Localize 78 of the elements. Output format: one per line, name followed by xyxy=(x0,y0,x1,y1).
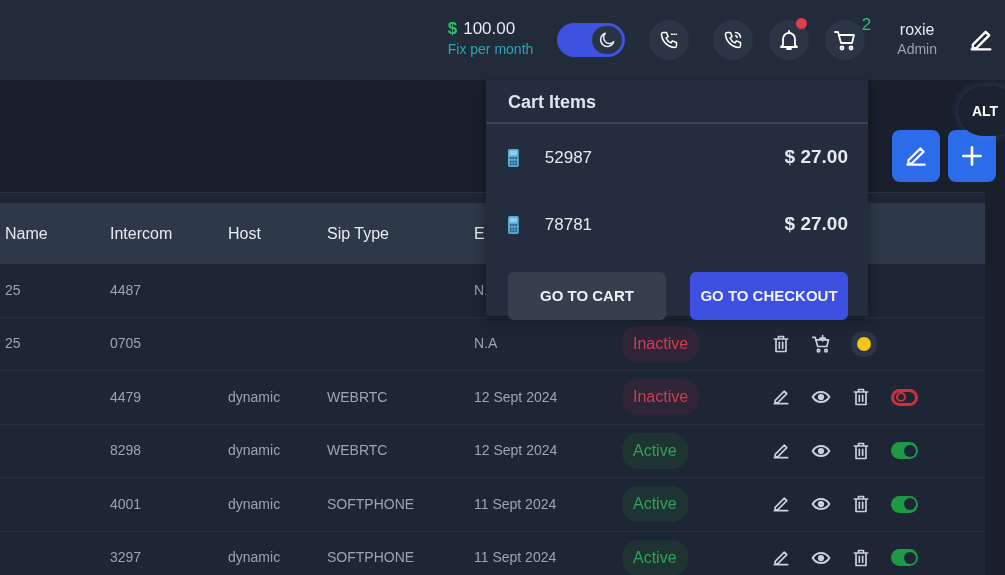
plus-icon xyxy=(959,143,985,169)
dropdown-title: Cart Items xyxy=(486,80,868,124)
table-cell: dynamic xyxy=(228,549,281,566)
cart-icon xyxy=(833,28,858,52)
column-header: Host xyxy=(228,224,261,242)
calculator-icon xyxy=(508,215,519,234)
table-cell: 12 Sept 2024 xyxy=(474,388,558,405)
table-cell: SOFTPHONE xyxy=(327,549,415,566)
delete-button[interactable] xyxy=(851,494,871,515)
table-cell: 12 Sept 2024 xyxy=(474,442,558,459)
edit-button[interactable] xyxy=(892,130,940,182)
pencil-icon xyxy=(771,387,791,408)
cart-button[interactable]: GO TO CART xyxy=(508,272,666,320)
user-role: Admin xyxy=(897,40,937,60)
trash-icon xyxy=(851,440,871,461)
table-cell: 8298 xyxy=(110,442,142,459)
status-badge: Active xyxy=(622,486,688,523)
add-to-cart-button[interactable] xyxy=(811,333,831,354)
item-price: $ 27.00 xyxy=(784,212,848,237)
status-switch[interactable] xyxy=(891,442,918,460)
key-indicator: ALT xyxy=(958,86,1005,136)
calculator-icon xyxy=(508,148,519,167)
table-cell: WEBRTC xyxy=(327,388,388,405)
balance-caption: Fix per month xyxy=(447,39,534,59)
edit-button[interactable] xyxy=(771,494,791,515)
phone-icon xyxy=(659,30,680,50)
checkout-button[interactable]: GO TO CHECKOUT xyxy=(690,272,848,320)
status-switch[interactable] xyxy=(891,549,918,567)
balance-amount: 100.00 xyxy=(463,20,516,39)
table-cell: 4487 xyxy=(110,281,142,298)
phone-icon xyxy=(723,30,744,50)
table-cell: 4479 xyxy=(110,388,142,405)
table-cell: SOFTPHONE xyxy=(327,495,415,512)
trash-icon xyxy=(851,494,871,515)
table-cell: 11 Sept 2024 xyxy=(474,549,557,566)
delete-button[interactable] xyxy=(851,440,871,461)
delete-button[interactable] xyxy=(851,387,871,408)
table-cell: 25 xyxy=(5,335,21,352)
table-cell: 25 xyxy=(5,281,21,298)
delete-button[interactable] xyxy=(851,547,871,568)
trash-icon xyxy=(851,547,871,568)
table-cell: 3297 xyxy=(110,549,142,566)
trash-icon xyxy=(771,333,791,354)
edit-button[interactable] xyxy=(771,387,791,408)
table-cell: WEBRTC xyxy=(327,442,388,459)
add-button[interactable] xyxy=(948,130,996,182)
item-number: 78781 xyxy=(544,213,593,236)
currency-symbol: $ xyxy=(447,20,458,39)
phone-button[interactable] xyxy=(713,20,754,60)
item-number: 52987 xyxy=(544,146,593,169)
status-badge: Inactive xyxy=(622,379,700,416)
table-cell: dynamic xyxy=(228,388,281,405)
status-switch[interactable] xyxy=(891,495,918,513)
column-header: Sip Type xyxy=(327,224,389,242)
status-badge: Inactive xyxy=(622,325,700,362)
column-header: Intercom xyxy=(110,224,173,242)
pencil-icon xyxy=(771,494,791,515)
table-cell: dynamic xyxy=(228,442,281,459)
table-cell: 11 Sept 2024 xyxy=(474,495,557,512)
table-cell: N.A xyxy=(474,335,498,352)
status-badge: Active xyxy=(622,432,688,469)
trash-icon xyxy=(851,387,871,408)
theme-toggle[interactable] xyxy=(557,23,626,57)
table-cell: N. xyxy=(474,281,488,298)
status-badge: Active xyxy=(622,539,688,575)
delete-button[interactable] xyxy=(771,333,791,354)
status-switch[interactable] xyxy=(891,388,918,406)
column-header: Name xyxy=(5,224,48,242)
phone-button[interactable] xyxy=(649,20,690,60)
item-price: $ 27.00 xyxy=(784,145,848,170)
table-cell: 4001 xyxy=(110,495,142,512)
user-name: roxie xyxy=(898,19,936,40)
table-cell: dynamic xyxy=(228,495,281,512)
cart-count: 2 xyxy=(861,16,872,33)
column-header: E xyxy=(474,224,485,242)
cart-plus-icon xyxy=(811,333,831,354)
notification-button[interactable] xyxy=(769,20,810,60)
table-cell: 0705 xyxy=(110,335,142,352)
